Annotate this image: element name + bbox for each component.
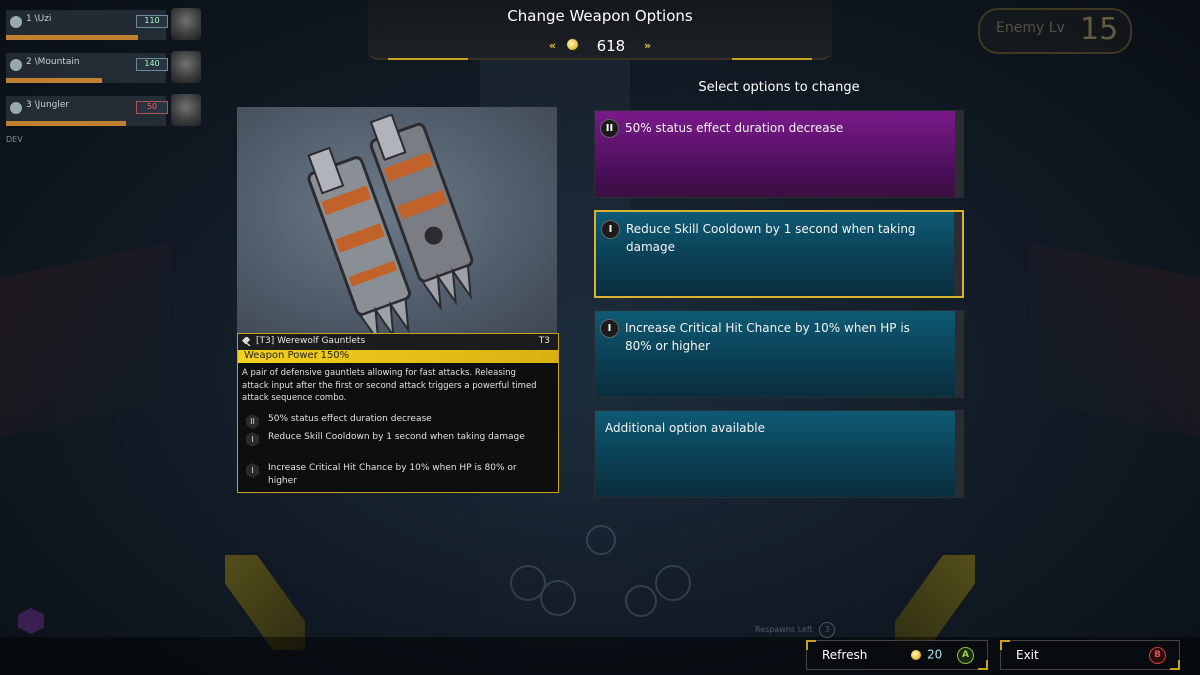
currency-value: 618 — [596, 36, 626, 55]
party-member: 1 \Uzi 110 — [6, 8, 206, 44]
avatar — [171, 51, 201, 83]
weapon-description: A pair of defensive gauntlets allowing f… — [242, 368, 537, 403]
party-member: 3 \Jungler 50 — [6, 94, 206, 130]
coin-icon — [566, 39, 578, 50]
avatar — [171, 94, 201, 126]
weapon-power-label: Weapon Power — [244, 350, 318, 361]
background-hud-skills — [500, 525, 700, 635]
exit-button[interactable]: Exit B — [1000, 640, 1180, 670]
option-card-text: Reduce Skill Cooldown by 1 second when t… — [626, 222, 916, 254]
weapon-card: [T3] Werewolf Gauntlets T3 Weapon Power … — [237, 107, 559, 493]
option-tier-icon: I — [246, 463, 259, 478]
title-frame: Change Weapon Options « 618 » — [368, 0, 832, 60]
steam-icon — [10, 59, 22, 71]
gauntlets-icon — [307, 113, 474, 345]
option-card-text: 50% status effect duration decrease — [625, 121, 844, 135]
party-member-level: 50 — [136, 101, 168, 114]
coin-icon — [911, 649, 921, 660]
party-member-hp-bar — [6, 78, 102, 83]
option-card[interactable]: I Increase Critical Hit Chance by 10% wh… — [594, 310, 964, 398]
option-tier-icon: II — [600, 119, 619, 138]
background-claw-right — [895, 555, 975, 650]
weapon-power-value: : 150% — [314, 350, 350, 361]
chevron-left-icon: « — [548, 39, 556, 52]
option-tier-icon: I — [600, 319, 619, 338]
party-member-name: 2 \Mountain — [26, 57, 80, 67]
currency-display: « 618 » — [368, 36, 832, 55]
background-panel-right — [1030, 241, 1200, 439]
option-card-text: Increase Critical Hit Chance by 10% when… — [625, 321, 910, 353]
hammer-icon — [242, 337, 251, 346]
enemy-level-label: Enemy Lv — [996, 20, 1065, 36]
gamepad-a-button-icon: A — [957, 647, 974, 664]
background-claw-left — [225, 555, 305, 650]
avatar — [171, 8, 201, 40]
party-member: 2 \Mountain 140 — [6, 51, 206, 87]
options-panel-title: Select options to change — [698, 80, 860, 95]
refresh-label: Refresh — [822, 648, 868, 662]
option-tier-icon: II — [246, 414, 259, 429]
party-member-name: 1 \Uzi — [26, 14, 52, 24]
party-member-level: 140 — [136, 58, 168, 71]
party-member-level: 110 — [136, 15, 168, 28]
option-tier-icon: I — [246, 432, 259, 447]
weapon-option-text: Reduce Skill Cooldown by 1 second when t… — [268, 432, 525, 442]
weapon-option-text: Increase Critical Hit Chance by 10% when… — [268, 463, 517, 486]
enemy-level-badge: Enemy Lv 15 — [978, 8, 1132, 54]
weapon-power-bar: Weapon Power : 150% — [238, 350, 558, 363]
steam-icon — [10, 102, 22, 114]
weapon-option: II 50% status effect duration decrease — [242, 413, 552, 429]
party-member-hp-bar — [6, 121, 126, 126]
party-member-name: 3 \Jungler — [26, 100, 70, 110]
option-card-text: Additional option available — [605, 421, 765, 435]
party-member-hp-bar — [6, 35, 138, 40]
refresh-button[interactable]: Refresh 20 A — [806, 640, 988, 670]
weapon-option: I Reduce Skill Cooldown by 1 second when… — [242, 431, 552, 459]
weapon-tier: T3 — [538, 336, 550, 346]
exit-label: Exit — [1016, 648, 1039, 662]
option-tier-icon: I — [601, 220, 620, 239]
option-card-selected[interactable]: I Reduce Skill Cooldown by 1 second when… — [594, 210, 964, 298]
weapon-info-panel: [T3] Werewolf Gauntlets T3 Weapon Power … — [237, 333, 559, 493]
weapon-header: [T3] Werewolf Gauntlets T3 — [238, 334, 558, 350]
refresh-cost: 20 — [911, 647, 942, 662]
weapon-option-text: 50% status effect duration decrease — [268, 414, 432, 424]
option-card[interactable]: II 50% status effect duration decrease — [594, 110, 964, 198]
dev-tag: DEV — [6, 135, 23, 144]
weapon-image — [237, 107, 557, 345]
respawn-label: Respawns Left — [755, 625, 813, 634]
background-panel-left — [0, 241, 170, 439]
refresh-cost-value: 20 — [927, 647, 943, 662]
party-list: 1 \Uzi 110 2 \Mountain 140 3 \Jungler 50 — [6, 8, 206, 139]
gamepad-b-button-icon: B — [1149, 647, 1166, 664]
respawn-counter: Respawns Left 3 — [755, 622, 836, 638]
skill-emblem-icon — [18, 608, 44, 634]
weapon-name: [T3] Werewolf Gauntlets — [256, 336, 366, 346]
respawn-count: 3 — [819, 622, 836, 638]
enemy-level-value: 15 — [1080, 12, 1119, 47]
steam-icon — [10, 16, 22, 28]
weapon-option: I Increase Critical Hit Chance by 10% wh… — [242, 462, 552, 490]
page-title: Change Weapon Options — [507, 7, 693, 25]
option-card-additional[interactable]: Additional option available — [594, 410, 964, 498]
weapon-options-list: II 50% status effect duration decrease I… — [242, 413, 552, 493]
chevron-right-icon: » — [643, 39, 652, 52]
